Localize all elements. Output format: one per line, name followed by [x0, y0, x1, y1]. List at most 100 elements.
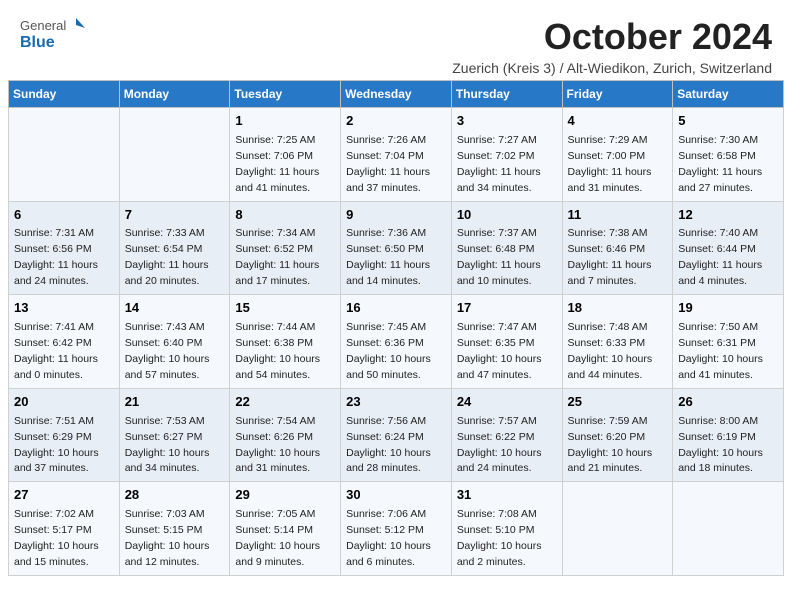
week-row-4: 20 Sunrise: 7:51 AM Sunset: 6:29 PM Dayli…	[9, 388, 784, 482]
day-cell: 18 Sunrise: 7:48 AM Sunset: 6:33 PM Dayli…	[562, 295, 673, 389]
day-info: Sunrise: 7:45 AM Sunset: 6:36 PM Dayligh…	[346, 321, 431, 381]
day-number: 7	[125, 206, 225, 225]
week-row-1: 1Sunrise: 7:25 AM Sunset: 7:06 PM Daylig…	[9, 108, 784, 202]
day-number: 20	[14, 393, 114, 412]
day-number: 31	[457, 486, 557, 505]
day-info: Sunrise: 7:02 AM Sunset: 5:17 PM Dayligh…	[14, 508, 99, 568]
day-cell	[673, 482, 784, 576]
day-number: 13	[14, 299, 114, 318]
day-cell: 6 Sunrise: 7:31 AM Sunset: 6:56 PM Daylig…	[9, 201, 120, 295]
day-cell: 13Sunrise: 7:41 AM Sunset: 6:42 PM Dayli…	[9, 295, 120, 389]
day-number: 14	[125, 299, 225, 318]
day-cell: 11 Sunrise: 7:38 AM Sunset: 6:46 PM Dayli…	[562, 201, 673, 295]
calendar-table: Sunday Monday Tuesday Wednesday Thursday…	[8, 80, 784, 576]
day-number: 15	[235, 299, 335, 318]
day-info: Sunrise: 7:03 AM Sunset: 5:15 PM Dayligh…	[125, 508, 210, 568]
day-info: Sunrise: 7:43 AM Sunset: 6:40 PM Dayligh…	[125, 321, 210, 381]
day-cell: 16Sunrise: 7:45 AM Sunset: 6:36 PM Dayli…	[341, 295, 452, 389]
day-info: Sunrise: 7:56 AM Sunset: 6:24 PM Dayligh…	[346, 415, 431, 475]
day-cell: 4 Sunrise: 7:29 AM Sunset: 7:00 PM Daylig…	[562, 108, 673, 202]
day-info: Sunrise: 7:30 AM Sunset: 6:58 PM Dayligh…	[678, 134, 762, 194]
day-info: Sunrise: 7:54 AM Sunset: 6:26 PM Dayligh…	[235, 415, 320, 475]
day-number: 6	[14, 206, 114, 225]
day-info: Sunrise: 7:40 AM Sunset: 6:44 PM Dayligh…	[678, 227, 762, 287]
day-cell: 22 Sunrise: 7:54 AM Sunset: 6:26 PM Dayli…	[230, 388, 341, 482]
day-number: 27	[14, 486, 114, 505]
location-subtitle: Zuerich (Kreis 3) / Alt-Wiedikon, Zurich…	[452, 60, 772, 76]
day-cell	[119, 108, 230, 202]
day-cell: 7 Sunrise: 7:33 AM Sunset: 6:54 PM Daylig…	[119, 201, 230, 295]
day-info: Sunrise: 7:05 AM Sunset: 5:14 PM Dayligh…	[235, 508, 320, 568]
day-number: 10	[457, 206, 557, 225]
day-number: 24	[457, 393, 557, 412]
day-info: Sunrise: 7:59 AM Sunset: 6:20 PM Dayligh…	[568, 415, 653, 475]
day-cell: 15 Sunrise: 7:44 AM Sunset: 6:38 PM Dayli…	[230, 295, 341, 389]
day-info: Sunrise: 8:00 AM Sunset: 6:19 PM Dayligh…	[678, 415, 763, 475]
day-cell: 19 Sunrise: 7:50 AM Sunset: 6:31 PM Dayli…	[673, 295, 784, 389]
day-cell: 28Sunrise: 7:03 AM Sunset: 5:15 PM Dayli…	[119, 482, 230, 576]
week-row-3: 13Sunrise: 7:41 AM Sunset: 6:42 PM Dayli…	[9, 295, 784, 389]
day-info: Sunrise: 7:06 AM Sunset: 5:12 PM Dayligh…	[346, 508, 431, 568]
day-cell	[9, 108, 120, 202]
day-info: Sunrise: 7:50 AM Sunset: 6:31 PM Dayligh…	[678, 321, 763, 381]
header-tuesday: Tuesday	[230, 81, 341, 108]
logo: General Blue	[20, 16, 85, 52]
day-cell: 29Sunrise: 7:05 AM Sunset: 5:14 PM Dayli…	[230, 482, 341, 576]
day-number: 4	[568, 112, 668, 131]
calendar-header: Sunday Monday Tuesday Wednesday Thursday…	[9, 81, 784, 108]
day-info: Sunrise: 7:27 AM Sunset: 7:02 PM Dayligh…	[457, 134, 541, 194]
logo-bird-icon	[67, 16, 85, 34]
day-cell: 23 Sunrise: 7:56 AM Sunset: 6:24 PM Dayli…	[341, 388, 452, 482]
day-cell: 27 Sunrise: 7:02 AM Sunset: 5:17 PM Dayli…	[9, 482, 120, 576]
day-number: 25	[568, 393, 668, 412]
day-number: 19	[678, 299, 778, 318]
logo-blue-text: Blue	[20, 34, 85, 52]
logo-general-text: General	[20, 18, 66, 33]
day-cell: 5Sunrise: 7:30 AM Sunset: 6:58 PM Daylig…	[673, 108, 784, 202]
day-number: 22	[235, 393, 335, 412]
day-info: Sunrise: 7:08 AM Sunset: 5:10 PM Dayligh…	[457, 508, 542, 568]
day-cell: 1Sunrise: 7:25 AM Sunset: 7:06 PM Daylig…	[230, 108, 341, 202]
day-info: Sunrise: 7:31 AM Sunset: 6:56 PM Dayligh…	[14, 227, 98, 287]
day-cell: 25 Sunrise: 7:59 AM Sunset: 6:20 PM Dayli…	[562, 388, 673, 482]
calendar-container: Sunday Monday Tuesday Wednesday Thursday…	[0, 80, 792, 584]
day-cell: 10 Sunrise: 7:37 AM Sunset: 6:48 PM Dayli…	[451, 201, 562, 295]
day-number: 17	[457, 299, 557, 318]
day-info: Sunrise: 7:34 AM Sunset: 6:52 PM Dayligh…	[235, 227, 319, 287]
header-thursday: Thursday	[451, 81, 562, 108]
day-cell: 24 Sunrise: 7:57 AM Sunset: 6:22 PM Dayli…	[451, 388, 562, 482]
day-info: Sunrise: 7:48 AM Sunset: 6:33 PM Dayligh…	[568, 321, 653, 381]
day-cell: 17Sunrise: 7:47 AM Sunset: 6:35 PM Dayli…	[451, 295, 562, 389]
week-row-2: 6 Sunrise: 7:31 AM Sunset: 6:56 PM Daylig…	[9, 201, 784, 295]
day-number: 26	[678, 393, 778, 412]
day-number: 30	[346, 486, 446, 505]
day-info: Sunrise: 7:53 AM Sunset: 6:27 PM Dayligh…	[125, 415, 210, 475]
day-info: Sunrise: 7:33 AM Sunset: 6:54 PM Dayligh…	[125, 227, 209, 287]
header-wednesday: Wednesday	[341, 81, 452, 108]
day-number: 23	[346, 393, 446, 412]
day-info: Sunrise: 7:44 AM Sunset: 6:38 PM Dayligh…	[235, 321, 320, 381]
day-cell: 26 Sunrise: 8:00 AM Sunset: 6:19 PM Dayli…	[673, 388, 784, 482]
weekday-header-row: Sunday Monday Tuesday Wednesday Thursday…	[9, 81, 784, 108]
day-number: 11	[568, 206, 668, 225]
day-cell: 2Sunrise: 7:26 AM Sunset: 7:04 PM Daylig…	[341, 108, 452, 202]
day-cell: 12 Sunrise: 7:40 AM Sunset: 6:44 PM Dayli…	[673, 201, 784, 295]
page-header: General Blue October 2024 Zuerich (Kreis…	[0, 0, 792, 80]
day-number: 18	[568, 299, 668, 318]
day-cell: 8Sunrise: 7:34 AM Sunset: 6:52 PM Daylig…	[230, 201, 341, 295]
calendar-body: 1Sunrise: 7:25 AM Sunset: 7:06 PM Daylig…	[9, 108, 784, 576]
day-info: Sunrise: 7:57 AM Sunset: 6:22 PM Dayligh…	[457, 415, 542, 475]
title-area: October 2024 Zuerich (Kreis 3) / Alt-Wie…	[452, 16, 772, 76]
day-info: Sunrise: 7:38 AM Sunset: 6:46 PM Dayligh…	[568, 227, 652, 287]
day-cell	[562, 482, 673, 576]
day-info: Sunrise: 7:51 AM Sunset: 6:29 PM Dayligh…	[14, 415, 99, 475]
header-saturday: Saturday	[673, 81, 784, 108]
day-info: Sunrise: 7:37 AM Sunset: 6:48 PM Dayligh…	[457, 227, 541, 287]
day-number: 2	[346, 112, 446, 131]
header-sunday: Sunday	[9, 81, 120, 108]
day-number: 3	[457, 112, 557, 131]
day-info: Sunrise: 7:29 AM Sunset: 7:00 PM Dayligh…	[568, 134, 652, 194]
header-friday: Friday	[562, 81, 673, 108]
day-info: Sunrise: 7:36 AM Sunset: 6:50 PM Dayligh…	[346, 227, 430, 287]
day-number: 12	[678, 206, 778, 225]
